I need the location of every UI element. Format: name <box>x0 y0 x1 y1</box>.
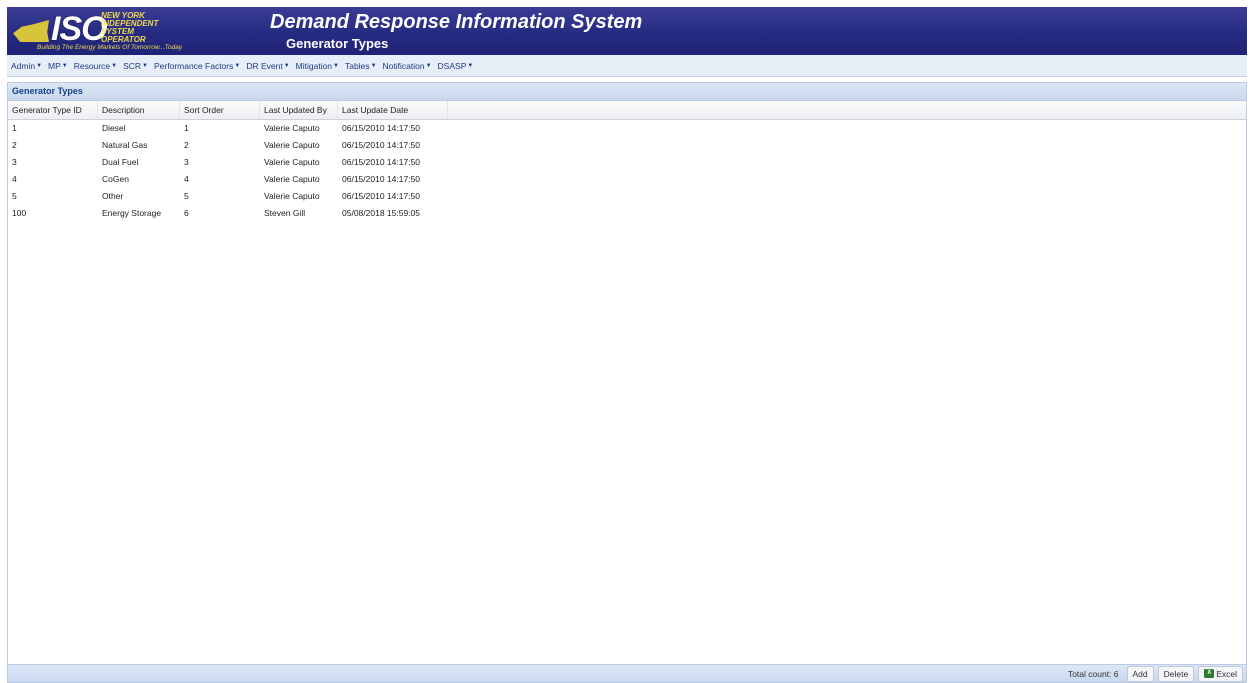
menu-label: DR Event <box>246 60 283 71</box>
menu-performance-factors[interactable]: Performance Factors ▼ <box>154 61 240 71</box>
cell-last-update-date: 06/15/2010 14:17:50 <box>342 191 420 201</box>
cell-last-updated-by: Valerie Caputo <box>264 140 320 150</box>
caret-down-icon: ▼ <box>61 62 68 69</box>
menu-label: SCR <box>123 60 142 71</box>
cell-sort-order: 3 <box>184 157 189 167</box>
menu-tables[interactable]: Tables ▼ <box>345 61 377 71</box>
column-header-sort-order[interactable]: Sort Order <box>180 101 260 119</box>
grid-footer-toolbar: Total count: 6 Add Delete X Excel <box>8 664 1246 682</box>
menu-label: Mitigation <box>295 60 333 71</box>
caret-down-icon: ▼ <box>111 62 118 69</box>
menu-notification[interactable]: Notification ▼ <box>383 61 432 71</box>
cell-last-updated-by: Valerie Caputo <box>264 191 320 201</box>
logo-org-name: NEW YORK INDEPENDENT SYSTEM OPERATOR <box>101 11 159 44</box>
cell-sort-order: 5 <box>184 191 189 201</box>
menu-mp[interactable]: MP ▼ <box>48 61 68 71</box>
caret-down-icon: ▼ <box>467 62 474 69</box>
panel-title: Generator Types <box>8 83 1246 101</box>
cell-generator-type-id: 1 <box>12 123 17 133</box>
excel-button-label: Excel <box>1216 668 1237 679</box>
cell-sort-order: 4 <box>184 174 189 184</box>
table-row[interactable]: 2 Natural Gas 2 Valerie Caputo 06/15/201… <box>8 137 1246 154</box>
caret-down-icon: ▼ <box>283 62 290 69</box>
cell-last-updated-by: Valerie Caputo <box>264 157 320 167</box>
delete-button[interactable]: Delete <box>1157 665 1195 682</box>
column-header-last-update-date[interactable]: Last Update Date <box>338 101 448 119</box>
cell-last-updated-by: Steven Gill <box>264 208 306 218</box>
app-title: Demand Response Information System <box>270 11 643 33</box>
caret-down-icon: ▼ <box>425 62 432 69</box>
menu-scr[interactable]: SCR ▼ <box>123 61 148 71</box>
add-button[interactable]: Add <box>1126 665 1154 682</box>
caret-down-icon: ▼ <box>36 62 43 69</box>
nyiso-logo: ISO NEW YORK INDEPENDENT SYSTEM OPERATOR… <box>13 10 263 52</box>
logo-tagline: Building The Energy Markets Of Tomorrow.… <box>37 44 183 51</box>
cell-last-update-date: 06/15/2010 14:17:50 <box>342 140 420 150</box>
cell-description: Natural Gas <box>102 140 148 150</box>
caret-down-icon: ▼ <box>370 62 377 69</box>
cell-sort-order: 2 <box>184 140 189 150</box>
cell-generator-type-id: 100 <box>12 208 27 218</box>
caret-down-icon: ▼ <box>142 62 148 69</box>
page-subtitle: Generator Types <box>286 36 389 51</box>
cell-description: Dual Fuel <box>102 157 139 167</box>
cell-last-updated-by: Valerie Caputo <box>264 174 320 184</box>
delete-button-label: Delete <box>1163 668 1189 679</box>
cell-generator-type-id: 3 <box>12 157 17 167</box>
cell-last-update-date: 05/08/2018 15:59:05 <box>342 208 420 218</box>
menu-label: MP <box>48 60 61 71</box>
cell-last-update-date: 06/15/2010 14:17:50 <box>342 157 420 167</box>
cell-description: Energy Storage <box>102 208 162 218</box>
cell-generator-type-id: 4 <box>12 174 17 184</box>
add-button-label: Add <box>1132 668 1148 679</box>
menu-label: Notification <box>382 60 425 71</box>
menu-label: Admin <box>11 60 36 71</box>
grid-header-row: Generator Type ID Description Sort Order… <box>8 101 1246 120</box>
cell-last-update-date: 06/15/2010 14:17:50 <box>342 123 420 133</box>
excel-export-button[interactable]: X Excel <box>1198 665 1243 682</box>
cell-generator-type-id: 2 <box>12 140 17 150</box>
column-header-description[interactable]: Description <box>98 101 180 119</box>
caret-down-icon: ▼ <box>333 62 339 69</box>
generator-types-grid-panel: Generator Types Generator Type ID Descri… <box>7 82 1247 683</box>
cell-generator-type-id: 5 <box>12 191 17 201</box>
table-row[interactable]: 3 Dual Fuel 3 Valerie Caputo 06/15/2010 … <box>8 154 1246 171</box>
table-row[interactable]: 1 Diesel 1 Valerie Caputo 06/15/2010 14:… <box>8 120 1246 137</box>
menu-dsasp[interactable]: DSASP ▼ <box>438 61 474 71</box>
new-york-state-icon <box>13 20 49 42</box>
menu-label: DSASP <box>437 60 467 71</box>
cell-sort-order: 6 <box>184 208 189 218</box>
cell-description: Other <box>102 191 124 201</box>
menu-resource[interactable]: Resource ▼ <box>74 61 117 71</box>
menu-admin[interactable]: Admin ▼ <box>11 61 42 71</box>
cell-sort-order: 1 <box>184 123 189 133</box>
menu-mitigation[interactable]: Mitigation ▼ <box>296 61 339 71</box>
main-menu-bar: Admin ▼ MP ▼ Resource ▼ SCR ▼ Performance Fa… <box>7 55 1247 77</box>
table-row[interactable]: 5 Other 5 Valerie Caputo 06/15/2010 14:1… <box>8 188 1246 205</box>
menu-label: Resource <box>73 60 111 71</box>
table-row[interactable]: 100 Energy Storage 6 Steven Gill 05/08/2… <box>8 205 1246 222</box>
column-header-last-updated-by[interactable]: Last Updated By <box>260 101 338 119</box>
cell-last-updated-by: Valerie Caputo <box>264 123 320 133</box>
menu-dr-event[interactable]: DR Event ▼ <box>246 61 289 71</box>
caret-down-icon: ▼ <box>234 62 241 69</box>
menu-label: Tables <box>345 60 370 71</box>
total-count: Total count: 6 <box>1067 668 1119 679</box>
cell-description: CoGen <box>102 174 129 184</box>
excel-icon: X <box>1204 669 1215 678</box>
header-banner: ISO NEW YORK INDEPENDENT SYSTEM OPERATOR… <box>7 7 1247 55</box>
cell-description: Diesel <box>102 123 126 133</box>
cell-last-update-date: 06/15/2010 14:17:50 <box>342 174 420 184</box>
table-row[interactable]: 4 CoGen 4 Valerie Caputo 06/15/2010 14:1… <box>8 171 1246 188</box>
column-header-generator-type-id[interactable]: Generator Type ID <box>8 101 98 119</box>
menu-label: Performance Factors <box>154 60 234 71</box>
app-frame: ISO NEW YORK INDEPENDENT SYSTEM OPERATOR… <box>7 7 1254 683</box>
